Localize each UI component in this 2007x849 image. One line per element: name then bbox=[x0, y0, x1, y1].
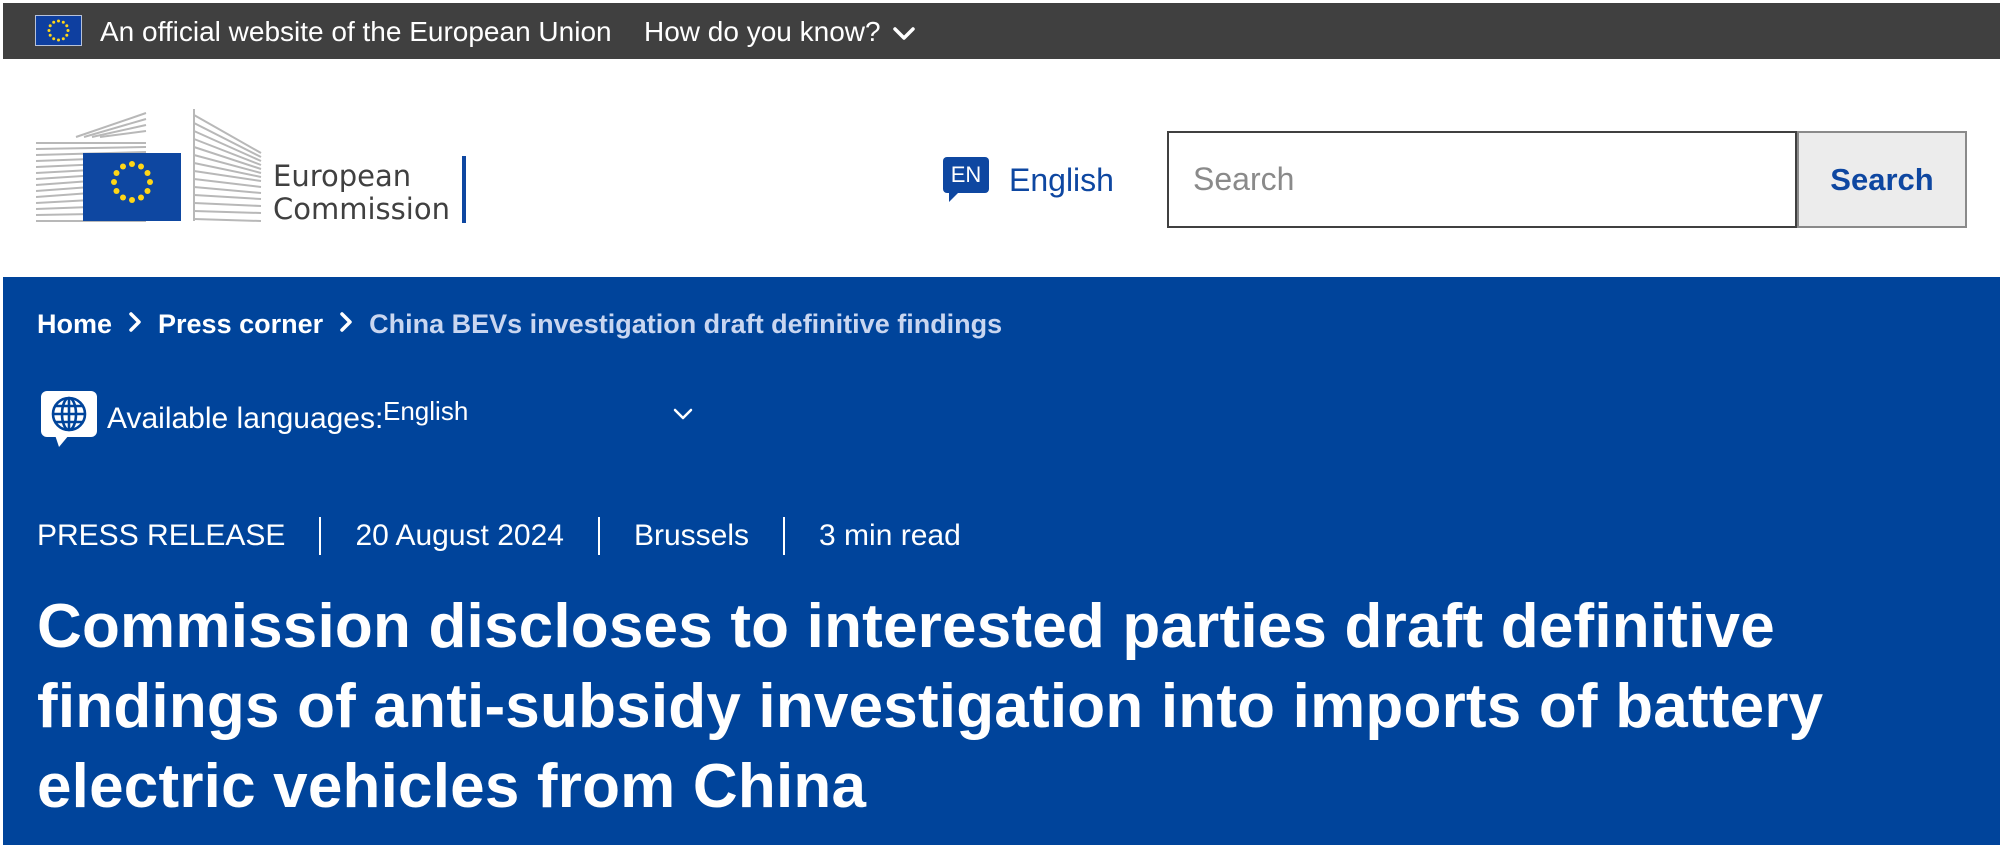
logo-text: European Commission bbox=[273, 160, 450, 226]
language-switcher[interactable]: EN English bbox=[943, 157, 1114, 203]
language-select-value: English bbox=[383, 395, 469, 426]
logo-line-1: European bbox=[273, 159, 412, 193]
logo-line-2: Commission bbox=[273, 192, 450, 226]
search-button[interactable]: Search bbox=[1797, 131, 1967, 228]
breadcrumb-press-corner[interactable]: Press corner bbox=[158, 309, 323, 340]
official-website-text: An official website of the European Unio… bbox=[100, 16, 612, 47]
meta-divider bbox=[783, 517, 786, 555]
available-languages: Available languages: bbox=[39, 389, 383, 449]
meta-location: Brussels bbox=[633, 519, 750, 552]
globe-icon bbox=[39, 389, 99, 449]
eu-official-banner: An official website of the European Unio… bbox=[3, 3, 2000, 59]
how-do-you-know-toggle[interactable]: How do you know? bbox=[644, 17, 915, 47]
page-title: Commission discloses to interested parti… bbox=[37, 592, 1824, 821]
meta-read-time: 3 min read bbox=[819, 519, 961, 552]
meta-divider bbox=[319, 517, 322, 555]
meta-date: 20 August 2024 bbox=[355, 519, 564, 552]
article-meta: PRESS RELEASE 20 August 2024 Brussels 3 … bbox=[37, 517, 961, 555]
available-languages-label: Available languages: bbox=[107, 402, 384, 435]
breadcrumb: Home Press corner China BEVs investigati… bbox=[37, 309, 1002, 340]
chevron-down-icon bbox=[892, 17, 915, 47]
eu-flag-icon bbox=[35, 15, 82, 46]
search-input[interactable] bbox=[1167, 131, 1797, 228]
chevron-right-icon bbox=[112, 309, 158, 340]
meta-divider bbox=[597, 517, 600, 555]
site-header: European Commission EN English Search bbox=[3, 59, 2000, 277]
chevron-down-icon bbox=[673, 396, 693, 427]
language-select[interactable]: English bbox=[383, 391, 693, 431]
chevron-right-icon bbox=[323, 309, 369, 340]
meta-type: PRESS RELEASE bbox=[37, 519, 286, 552]
language-badge-icon: EN bbox=[943, 157, 989, 203]
how-do-you-know-label: How do you know? bbox=[644, 16, 881, 47]
breadcrumb-home[interactable]: Home bbox=[37, 309, 112, 340]
language-name: English bbox=[1009, 161, 1114, 198]
logo-divider bbox=[462, 156, 466, 223]
breadcrumb-current: China BEVs investigation draft definitiv… bbox=[369, 309, 1003, 339]
page-hero: Home Press corner China BEVs investigati… bbox=[3, 277, 2000, 845]
page: An official website of the European Unio… bbox=[3, 3, 2000, 845]
